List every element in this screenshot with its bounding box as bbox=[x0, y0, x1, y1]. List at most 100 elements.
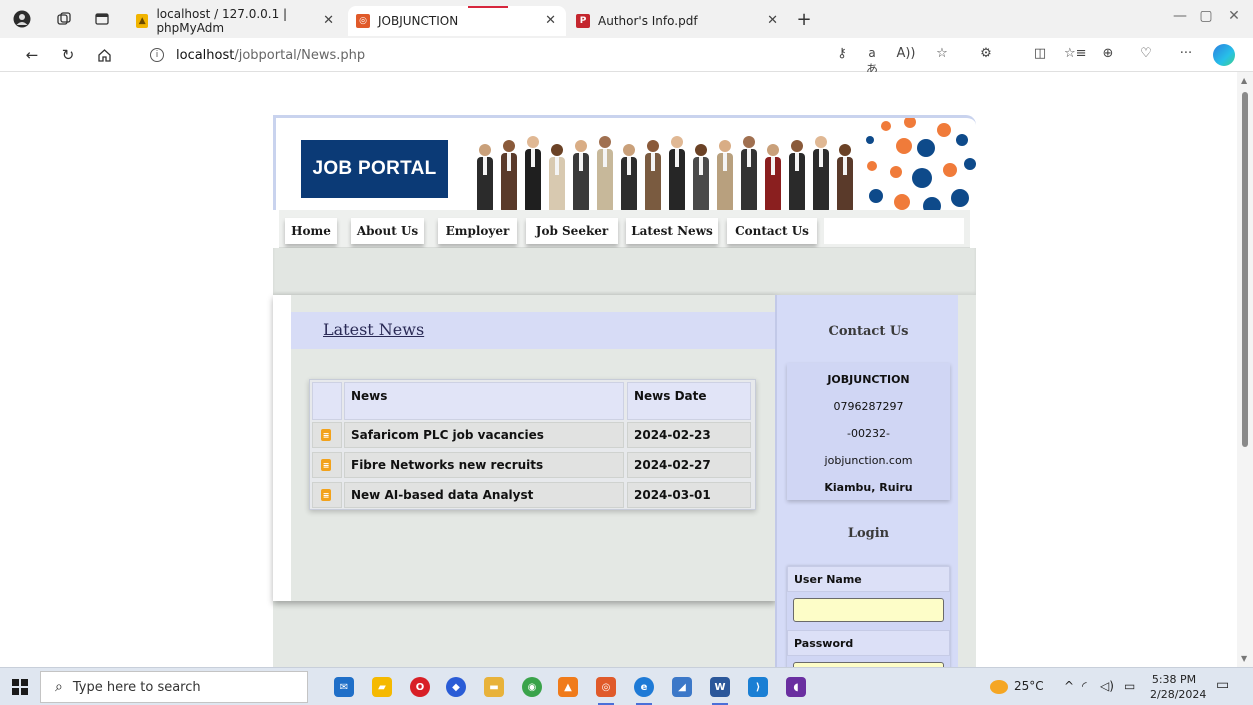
phpmyadmin-icon: ▲ bbox=[136, 14, 149, 28]
table-row-news[interactable]: Safaricom PLC job vacancies bbox=[344, 422, 624, 448]
news-section-header: Latest News bbox=[291, 312, 776, 349]
url-host: localhost bbox=[176, 47, 235, 63]
home-icon[interactable] bbox=[94, 45, 114, 65]
search-placeholder: Type here to search bbox=[72, 679, 201, 695]
tab-label: JOBJUNCTION bbox=[378, 14, 459, 28]
scroll-up-icon[interactable]: ▲ bbox=[1241, 76, 1247, 85]
table-row-date: 2024-03-01 bbox=[627, 482, 751, 508]
file-explorer-icon[interactable]: ▬ bbox=[484, 677, 504, 697]
tab-label: Author's Info.pdf bbox=[598, 14, 698, 28]
username-input[interactable] bbox=[793, 598, 944, 622]
site-logo[interactable]: JOB PORTAL bbox=[301, 140, 448, 198]
contact-postal: -00232- bbox=[847, 427, 890, 440]
tab-jobjunction[interactable]: ◎ JOBJUNCTION ✕ bbox=[348, 6, 566, 36]
xampp-icon[interactable]: ◎ bbox=[596, 677, 616, 705]
menu-employer[interactable]: Employer bbox=[438, 218, 517, 244]
contact-website: jobjunction.com bbox=[824, 454, 913, 467]
news-table: News News Date ≡ Safaricom PLC job vacan… bbox=[309, 379, 756, 510]
vlc-icon[interactable]: ▲ bbox=[558, 677, 578, 697]
collections-icon[interactable]: ⊕ bbox=[1098, 46, 1118, 61]
refresh-icon[interactable]: ↻ bbox=[58, 45, 78, 65]
table-row-icon-cell: ≡ bbox=[312, 482, 342, 508]
menu-about-us[interactable]: About Us bbox=[351, 218, 424, 244]
notifications-icon[interactable]: ▭ bbox=[1216, 677, 1229, 693]
app-icon[interactable]: ◆ bbox=[446, 677, 466, 697]
tab-actions-icon[interactable] bbox=[92, 9, 112, 29]
table-header-blank bbox=[312, 382, 342, 420]
close-icon[interactable]: ✕ bbox=[545, 13, 556, 28]
taskbar-search[interactable]: ⌕ Type here to search bbox=[40, 671, 308, 703]
news-heading[interactable]: Latest News bbox=[323, 320, 424, 339]
windows-start-icon[interactable] bbox=[12, 679, 28, 695]
menu-home[interactable]: Home bbox=[285, 218, 337, 244]
windows-taskbar: ⌕ Type here to search ✉ ▰ O ◆ ▬ ◉ ▲ ◎ e … bbox=[0, 667, 1253, 705]
header-band bbox=[273, 248, 976, 295]
tab-authors-info-pdf[interactable]: P Author's Info.pdf ✕ bbox=[568, 6, 788, 36]
copilot-icon[interactable] bbox=[1213, 44, 1235, 66]
table-row-date: 2024-02-27 bbox=[627, 452, 751, 478]
search-icon: ⌕ bbox=[55, 679, 63, 695]
taskbar-clock[interactable]: 5:38 PM 2/28/2024 bbox=[1150, 672, 1207, 702]
address-toolbar: ← ↻ i localhost /jobportal/News.php ⚷ a … bbox=[0, 38, 1253, 76]
close-window-icon[interactable]: ✕ bbox=[1222, 8, 1246, 24]
table-header-news: News bbox=[344, 382, 624, 420]
edge-icon[interactable]: e bbox=[634, 677, 654, 705]
page-scrollbar[interactable]: ▲ ▼ bbox=[1237, 72, 1253, 667]
sticky-notes-icon[interactable]: ▰ bbox=[372, 677, 392, 697]
new-tab-button[interactable]: + bbox=[794, 9, 814, 30]
favorite-icon[interactable]: ☆ bbox=[932, 46, 952, 61]
clock-date: 2/28/2024 bbox=[1150, 688, 1207, 701]
scrollbar-thumb[interactable] bbox=[1242, 92, 1248, 447]
workspaces-icon[interactable] bbox=[54, 9, 74, 29]
contact-name: JOBJUNCTION bbox=[827, 373, 910, 386]
table-row-news[interactable]: Fibre Networks new recruits bbox=[344, 452, 624, 478]
page-viewport: JOB PORTAL Home About Us Employer Job Se… bbox=[0, 72, 1237, 667]
volume-icon[interactable]: ◁) bbox=[1100, 679, 1114, 693]
key-icon[interactable]: ⚷ bbox=[832, 46, 852, 61]
menu-empty-area bbox=[824, 218, 964, 244]
read-aloud-icon[interactable]: A)) bbox=[896, 46, 916, 61]
back-icon[interactable]: ← bbox=[22, 45, 42, 65]
battery-icon[interactable]: ▭ bbox=[1124, 679, 1135, 693]
people-banner-image bbox=[477, 136, 853, 210]
contact-box: JOBJUNCTION 0796287297 -00232- jobjuncti… bbox=[787, 363, 950, 500]
opera-icon[interactable]: O bbox=[410, 677, 430, 697]
app-icon[interactable]: ◖ bbox=[786, 677, 806, 697]
restore-icon[interactable]: ▢ bbox=[1194, 8, 1218, 24]
close-icon[interactable]: ✕ bbox=[767, 13, 778, 28]
network-icon[interactable]: ◜ bbox=[1082, 679, 1087, 693]
minimize-icon[interactable]: — bbox=[1168, 8, 1192, 24]
tab-label: localhost / 127.0.0.1 | phpMyAdm bbox=[156, 7, 288, 35]
mail-icon[interactable]: ✉ bbox=[334, 677, 354, 697]
sidebar: Contact Us JOBJUNCTION 0796287297 -00232… bbox=[775, 295, 958, 667]
extensions-icon[interactable]: ⚙ bbox=[976, 46, 996, 61]
jobjunction-icon: ◎ bbox=[356, 14, 370, 28]
menu-contact-us[interactable]: Contact Us bbox=[727, 218, 817, 244]
clock-time: 5:38 PM bbox=[1151, 673, 1197, 686]
site-info-icon[interactable]: i bbox=[150, 48, 164, 62]
tray-overflow-icon[interactable]: ^ bbox=[1064, 679, 1074, 693]
menu-job-seeker[interactable]: Job Seeker bbox=[526, 218, 618, 244]
login-form: User Name Password bbox=[787, 566, 950, 667]
more-icon[interactable]: ··· bbox=[1176, 46, 1196, 61]
word-icon[interactable]: W bbox=[710, 677, 730, 705]
news-document-icon: ≡ bbox=[321, 429, 331, 441]
scroll-down-icon[interactable]: ▼ bbox=[1241, 654, 1247, 663]
menu-latest-news[interactable]: Latest News bbox=[626, 218, 718, 244]
weather-temperature[interactable]: 25°C bbox=[1014, 679, 1044, 693]
username-label: User Name bbox=[787, 566, 950, 592]
vscode-icon[interactable]: ⟩ bbox=[748, 677, 768, 697]
url-path: /jobportal/News.php bbox=[234, 47, 366, 63]
profile-icon[interactable] bbox=[12, 9, 32, 29]
split-screen-icon[interactable]: ◫ bbox=[1030, 46, 1050, 61]
browser-tab-bar: ▲ localhost / 127.0.0.1 | phpMyAdm ✕ ◎ J… bbox=[0, 0, 1253, 38]
chrome-icon[interactable]: ◉ bbox=[522, 677, 542, 697]
contact-location: Kiambu, Ruiru bbox=[824, 481, 913, 494]
weather-icon[interactable] bbox=[990, 680, 1008, 694]
app-icon[interactable]: ◢ bbox=[672, 677, 692, 697]
close-icon[interactable]: ✕ bbox=[323, 13, 334, 28]
performance-icon[interactable]: ♡ bbox=[1136, 46, 1156, 61]
favorites-icon[interactable]: ☆≡ bbox=[1064, 46, 1087, 61]
tab-phpmyadmin[interactable]: ▲ localhost / 127.0.0.1 | phpMyAdm ✕ bbox=[128, 6, 344, 36]
table-row-news[interactable]: New AI-based data Analyst bbox=[344, 482, 624, 508]
